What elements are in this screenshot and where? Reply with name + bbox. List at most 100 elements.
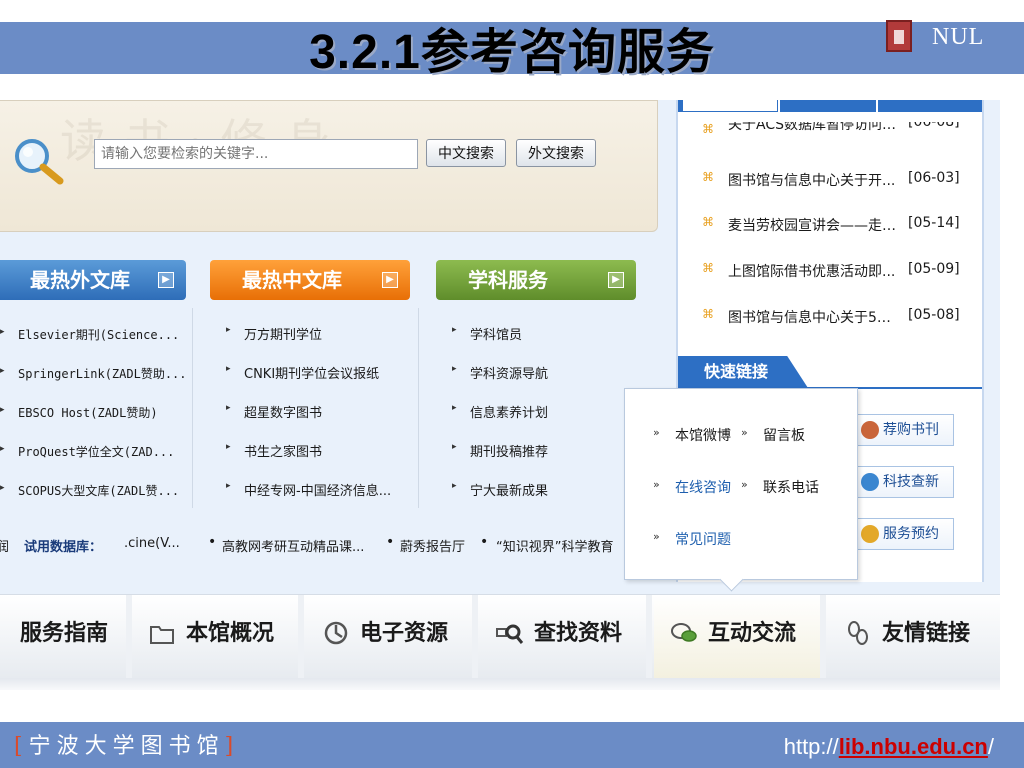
recommend-books-button[interactable]: 荐购书刊 — [856, 414, 954, 446]
list-item[interactable]: ▸ 万方期刊学位 — [226, 324, 426, 344]
footer-url[interactable]: http://lib.nbu.edu.cn/ — [784, 734, 994, 760]
bullet-icon: ▸ — [226, 481, 231, 491]
bullet-icon: ▸ — [0, 405, 5, 415]
news-title: 上图馆际借书优惠活动即... — [728, 264, 896, 280]
novelty-search-button[interactable]: 科技查新 — [856, 466, 954, 498]
refresh-globe-icon — [324, 621, 348, 645]
news-bullet-icon: ⌘ — [702, 261, 714, 275]
list-item[interactable]: ▸ SCOPUS大型文库(ZADL赞... — [0, 482, 200, 502]
nav-e-resources[interactable]: 电子资源 — [306, 595, 478, 679]
url-prefix: http:// — [783, 734, 839, 759]
trial-db-link[interactable]: 蔚秀报告厅 — [400, 536, 465, 555]
nav-interactive-exchange[interactable]: 互动交流 — [654, 595, 826, 679]
chinese-search-button[interactable]: 中文搜索 — [426, 139, 506, 167]
hot-foreign-db-tab[interactable]: 最热外文库 ▶ — [0, 260, 186, 300]
list-item[interactable]: ▸ 信息素养计划 — [452, 402, 652, 422]
service-booking-label: 服务预约 — [883, 526, 939, 542]
bullet-icon: ▸ — [452, 442, 457, 452]
list-item-label: 信息素养计划 — [470, 406, 549, 421]
footer-library-name: [宁波大学图书馆] — [14, 728, 239, 760]
slide: 3.2.1参考咨询服务 NUL 读书·修身 中文搜索 外文搜索 — [0, 0, 1024, 768]
bullet-icon: ▸ — [452, 481, 457, 491]
bracket-icon: [ — [14, 734, 29, 759]
book-icon — [861, 421, 879, 439]
double-arrow-icon: » — [741, 426, 748, 439]
list-item-label: 学科资源导航 — [470, 367, 549, 382]
list-item[interactable]: ▸ SpringerLink(ZADL赞助... — [0, 365, 200, 385]
bullet-dot: • — [208, 536, 217, 550]
news-tab-active[interactable] — [682, 100, 778, 112]
bullet-icon: ▸ — [226, 403, 231, 413]
list-item-label: 学科馆员 — [470, 328, 523, 343]
subject-service-tab[interactable]: 学科服务 ▶ — [436, 260, 636, 300]
bullet-icon: ▸ — [452, 364, 457, 374]
bullet-icon: ▸ — [0, 327, 5, 337]
play-arrow-icon: ▶ — [608, 272, 624, 288]
bullet-dot: • — [386, 536, 395, 550]
list-item-label: CNKI期刊学位会议报纸 — [244, 367, 380, 382]
recommend-books-label: 荐购书刊 — [883, 422, 939, 438]
nav-service-guide[interactable]: 服务指南 — [0, 595, 132, 679]
bullet-icon: ▸ — [226, 325, 231, 335]
bullet-icon: ▸ — [452, 325, 457, 335]
website-screenshot: 读书·修身 中文搜索 外文搜索 ⌘ 关于ACS数据库暂停访问的... [06-0… — [0, 100, 1000, 690]
nul-logo-text: NUL — [932, 24, 985, 50]
news-title: 图书馆与信息中心关于开... — [728, 173, 896, 189]
list-item-label: 万方期刊学位 — [244, 328, 323, 343]
news-tab-separator — [778, 100, 780, 112]
list-item[interactable]: ▸ 期刊投稿推荐 — [452, 441, 652, 461]
list-item[interactable]: ▸ 学科馆员 — [452, 324, 652, 344]
news-date: [06-08] — [908, 122, 960, 130]
news-date: [05-08] — [908, 307, 960, 323]
bullet-icon: ▸ — [226, 364, 231, 374]
list-item[interactable]: ▸ EBSCO Host(ZADL赞助) — [0, 404, 200, 424]
trial-db-link[interactable]: .cine(V... — [124, 536, 180, 551]
list-item[interactable]: ▸ 书生之家图书 — [226, 441, 426, 461]
list-item[interactable]: ▸ CNKI期刊学位会议报纸 — [226, 363, 426, 383]
trial-db-label: 试用数据库： — [24, 540, 103, 555]
list-item[interactable]: ▸ 学科资源导航 — [452, 363, 652, 383]
news-item[interactable]: ⌘ 图书馆与信息中心关于开... [06-03] — [702, 170, 962, 190]
trial-db-link[interactable]: “知识视界”科学教育 — [496, 536, 613, 555]
nav-friendly-links[interactable]: 友情链接 — [828, 595, 1000, 679]
list-item[interactable]: ▸ Elsevier期刊(Science... — [0, 326, 200, 346]
nav-find-materials[interactable]: 查找资料 — [480, 595, 652, 679]
nav-library-overview[interactable]: 本馆概况 — [132, 595, 304, 679]
globe-icon — [861, 473, 879, 491]
search-input[interactable] — [94, 139, 418, 169]
list-item[interactable]: ▸ 超星数字图书 — [226, 402, 426, 422]
news-bullet-icon: ⌘ — [702, 170, 714, 184]
news-item[interactable]: ⌘ 上图馆际借书优惠活动即... [05-09] — [702, 261, 962, 281]
nav-label: 友情链接 — [882, 620, 971, 646]
list-item[interactable]: ▸ 中经专网-中国经济信息... — [226, 480, 426, 500]
news-item[interactable]: ⌘ 关于ACS数据库暂停访问的... [06-08] — [702, 122, 962, 136]
list-item[interactable]: ▸ ProQuest学位全文(ZAD... — [0, 443, 200, 463]
list-item-label: 书生之家图书 — [244, 445, 323, 460]
news-tabs — [678, 100, 982, 112]
nav-label: 互动交流 — [708, 620, 797, 646]
hot-chinese-db-tab[interactable]: 最热中文库 ▶ — [210, 260, 410, 300]
list-item-label: 超星数字图书 — [244, 406, 323, 421]
bracket-icon: ] — [224, 734, 240, 759]
news-item[interactable]: ⌘ 麦当劳校园宣讲会——走进... [05-14] — [702, 215, 962, 235]
news-item[interactable]: ⌘ 图书馆与信息中心关于5月... [05-08] — [702, 307, 962, 327]
trial-prefix: 润 — [0, 540, 10, 555]
search-icon — [496, 624, 524, 644]
service-booking-button[interactable]: 服务预约 — [856, 518, 954, 550]
magnifier-icon — [15, 139, 64, 185]
list-item-label: 宁大最新成果 — [470, 484, 549, 499]
nav-shadow — [0, 678, 1000, 690]
title-band: 3.2.1参考咨询服务 NUL — [0, 0, 1024, 79]
slide-title: 3.2.1参考咨询服务 — [309, 26, 715, 79]
news-title: 关于ACS数据库暂停访问的... — [728, 122, 904, 133]
list-item-label: Elsevier期刊(Science... — [18, 328, 180, 342]
trial-db-link[interactable]: 高教网考研互动精品课... — [222, 536, 364, 555]
url-suffix: / — [987, 734, 994, 759]
chat-bubbles-icon — [671, 623, 697, 642]
foreign-search-button[interactable]: 外文搜索 — [516, 139, 596, 167]
nav-label: 电子资源 — [360, 620, 449, 646]
list-item[interactable]: ▸ 宁大最新成果 — [452, 480, 652, 500]
bullet-icon: ▸ — [0, 483, 5, 493]
news-bullet-icon: ⌘ — [702, 215, 714, 229]
url-domain: lib.nbu.edu.cn — [838, 734, 988, 759]
